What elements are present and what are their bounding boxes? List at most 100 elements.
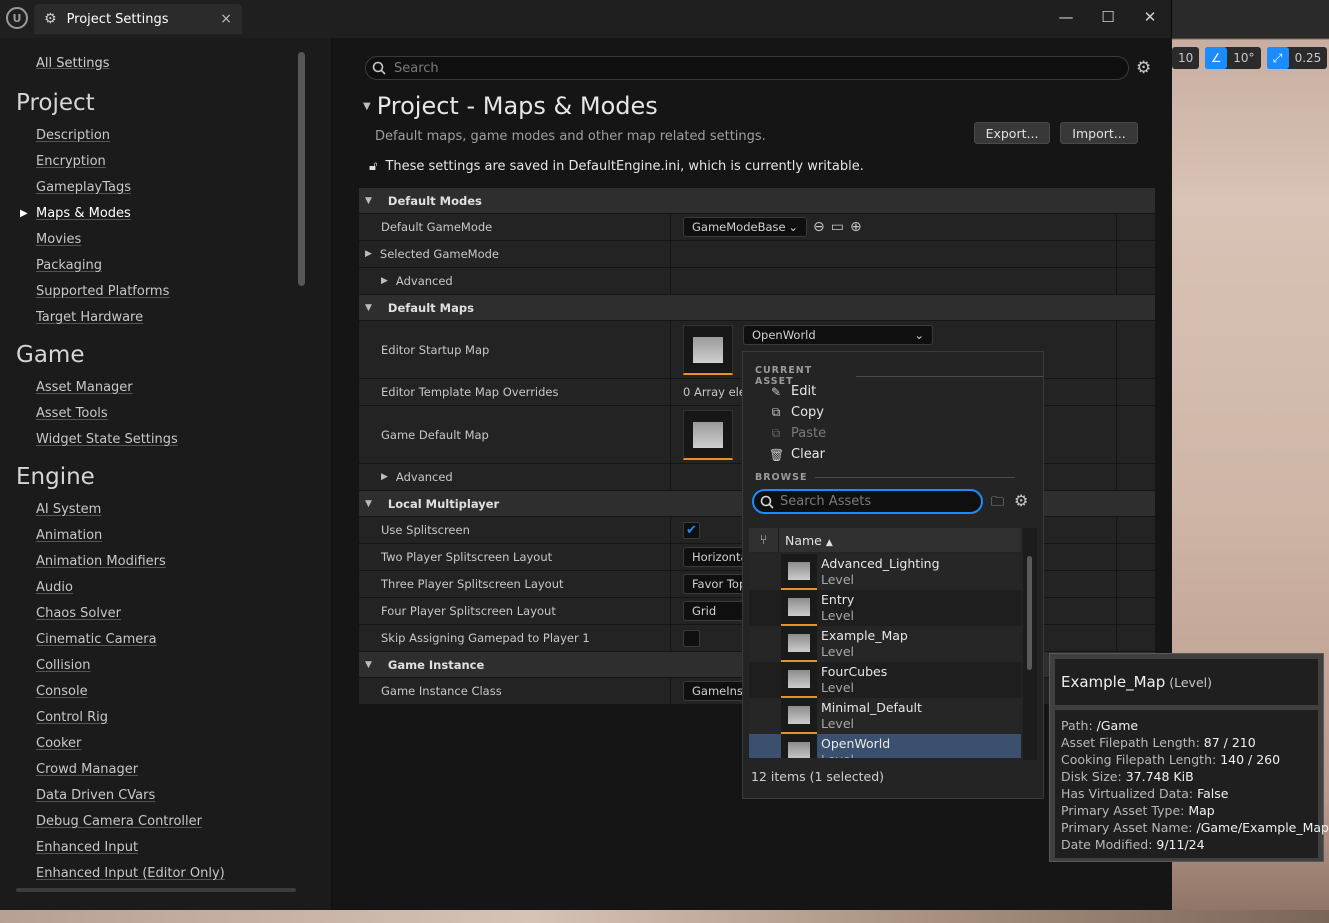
sidebar-item-chaos-solver[interactable]: Chaos Solver xyxy=(36,606,121,621)
close-window-button[interactable]: ✕ xyxy=(1135,6,1165,28)
viewport-chip-rotation[interactable]: ∠ 10° xyxy=(1205,47,1261,69)
browse-folder-icon[interactable]: ▭ xyxy=(831,219,844,235)
row-selected-gamemode[interactable]: ▶ Selected GameMode xyxy=(359,241,1155,268)
viewport-bottom xyxy=(0,910,1329,923)
browse-header: BROWSE xyxy=(755,472,1015,483)
list-item[interactable]: Entry Level xyxy=(749,590,1021,626)
sidebar-item-packaging[interactable]: Packaging xyxy=(36,258,102,273)
sidebar-item-asset-manager[interactable]: Asset Manager xyxy=(36,380,133,395)
level-thumbnail-icon xyxy=(781,698,817,734)
settings-search-input[interactable]: Search xyxy=(365,56,1129,80)
list-item[interactable]: Minimal_Default Level xyxy=(749,698,1021,734)
row-advanced-modes[interactable]: ▶ Advanced xyxy=(359,268,1155,295)
sidebar-scrollbar[interactable] xyxy=(298,52,305,286)
list-item[interactable]: Advanced_Lighting Level xyxy=(749,554,1021,590)
sidebar-item-data-driven-cvars[interactable]: Data Driven CVars xyxy=(36,788,155,803)
sidebar-item-crowd-manager[interactable]: Crowd Manager xyxy=(36,762,138,777)
skip-gamepad-checkbox[interactable] xyxy=(683,629,700,647)
asset-search-placeholder: Search Assets xyxy=(780,494,872,509)
folder-icon[interactable]: 🗀︎ xyxy=(991,493,1004,515)
sidebar-item-console[interactable]: Console xyxy=(36,684,88,699)
page-title-row[interactable]: ▼ Project - Maps & Modes xyxy=(363,92,658,120)
expand-caret-icon: ▶ xyxy=(365,249,372,259)
section-default-maps[interactable]: ▼ Default Maps xyxy=(359,295,1155,321)
scale-snap-icon: ⤢ xyxy=(1266,47,1289,69)
menu-item-copy[interactable]: ⧉ Copy xyxy=(769,405,824,420)
sidebar-item-enhanced-input[interactable]: Enhanced Input xyxy=(36,840,138,855)
rotation-snap-icon: ∠ xyxy=(1205,47,1228,69)
level-thumbnail-icon xyxy=(781,626,817,662)
level-thumbnail-icon xyxy=(781,590,817,626)
label-editor-startup-map: Editor Startup Map xyxy=(359,321,671,378)
sidebar-horizontal-scrollbar[interactable] xyxy=(16,888,296,892)
asset-list-scrollbar[interactable] xyxy=(1027,556,1032,670)
import-button[interactable]: Import... xyxy=(1060,122,1138,144)
sidebar-item-movies[interactable]: Movies xyxy=(36,232,81,247)
section-default-modes[interactable]: ▼ Default Modes xyxy=(359,188,1155,214)
unreal-logo-icon[interactable]: U xyxy=(6,7,28,29)
viewport-chip-grid[interactable]: 10 xyxy=(1172,47,1200,69)
menu-item-clear[interactable]: 🗑︎ Clear xyxy=(769,447,825,462)
source-control-icon[interactable]: ⑂ xyxy=(749,528,779,552)
export-button[interactable]: Export... xyxy=(974,122,1050,144)
column-name[interactable]: Name ▲ xyxy=(779,533,833,548)
menu-item-paste[interactable]: ⧉ Paste xyxy=(769,426,826,441)
tab-project-settings[interactable]: ⚙ Project Settings × xyxy=(34,4,242,34)
sidebar-item-maps-modes[interactable]: Maps & Modes xyxy=(36,206,131,221)
label-two-player: Two Player Splitscreen Layout xyxy=(359,544,671,570)
sidebar-item-enhanced-input-editor[interactable]: Enhanced Input (Editor Only) xyxy=(36,866,225,881)
sidebar-item-widget-state-settings[interactable]: Widget State Settings xyxy=(36,432,178,447)
gamemode-combo[interactable]: GameModeBase ⌄ xyxy=(683,217,807,237)
sidebar-item-debug-camera-controller[interactable]: Debug Camera Controller xyxy=(36,814,202,829)
sidebar-item-cooker[interactable]: Cooker xyxy=(36,736,81,751)
sidebar-item-collision[interactable]: Collision xyxy=(36,658,90,673)
sidebar-item-audio[interactable]: Audio xyxy=(36,580,73,595)
sidebar-item-animation[interactable]: Animation xyxy=(36,528,102,543)
sidebar-item-gameplaytags[interactable]: GameplayTags xyxy=(36,180,131,195)
tooltip-date-modified: Date Modified: 9/11/24 xyxy=(1061,837,1205,852)
browse-back-icon[interactable]: ⊖ xyxy=(813,219,825,235)
edit-icon: ✎ xyxy=(770,384,782,399)
level-thumbnail-icon xyxy=(781,662,817,698)
sidebar-splitter[interactable] xyxy=(310,38,332,910)
list-item[interactable]: Example_Map Level xyxy=(749,626,1021,662)
asset-picker-popup: CURRENT ASSET ✎ Edit ⧉ Copy ⧉ Paste 🗑︎ Clear… xyxy=(742,351,1044,799)
list-item-selected[interactable]: OpenWorldLevel xyxy=(749,734,1021,758)
sidebar-item-supported-platforms[interactable]: Supported Platforms xyxy=(36,284,169,299)
active-item-arrow-icon: ▶ xyxy=(20,208,28,219)
expand-caret-icon: ▼ xyxy=(365,302,372,313)
startup-map-combo[interactable]: OpenWorld ⌄ xyxy=(743,325,933,345)
menu-item-edit[interactable]: ✎ Edit xyxy=(769,384,816,399)
search-icon xyxy=(760,495,774,509)
asset-search-input[interactable]: Search Assets xyxy=(752,489,983,514)
expand-caret-icon: ▶ xyxy=(381,276,388,286)
map-thumbnail[interactable] xyxy=(683,325,733,375)
view-options-gear-icon[interactable]: ⚙ xyxy=(1014,491,1028,510)
sidebar-item-ai-system[interactable]: AI System xyxy=(36,502,101,517)
sidebar-item-description[interactable]: Description xyxy=(36,128,110,143)
sidebar-item-animation-modifiers[interactable]: Animation Modifiers xyxy=(36,554,166,569)
sidebar-item-target-hardware[interactable]: Target Hardware xyxy=(36,310,143,325)
tooltip-virtualized: Has Virtualized Data: False xyxy=(1061,786,1229,801)
settings-gear-icon[interactable]: ⚙ xyxy=(1136,58,1151,78)
sidebar-item-cinematic-camera[interactable]: Cinematic Camera xyxy=(36,632,157,647)
sidebar-item-control-rig[interactable]: Control Rig xyxy=(36,710,108,725)
minimize-button[interactable]: — xyxy=(1051,6,1081,28)
add-new-icon[interactable]: ⊕ xyxy=(850,219,862,235)
map-thumbnail[interactable] xyxy=(683,410,733,460)
sidebar-item-encryption[interactable]: Encryption xyxy=(36,154,106,169)
search-icon xyxy=(372,61,386,75)
list-item[interactable]: FourCubes Level xyxy=(749,662,1021,698)
tooltip-disk-size: Disk Size: 37.748 KiB xyxy=(1061,769,1194,784)
writable-text: These settings are saved in DefaultEngin… xyxy=(385,159,864,174)
label-three-player: Three Player Splitscreen Layout xyxy=(359,571,671,597)
viewport-chip-scale[interactable]: ⤢ 0.25 xyxy=(1266,47,1328,69)
expand-caret-icon: ▶ xyxy=(381,472,388,482)
all-settings-link[interactable]: All Settings xyxy=(36,56,110,71)
maximize-button[interactable]: ☐ xyxy=(1093,6,1123,28)
tooltip-primary-asset-type: Primary Asset Type: Map xyxy=(1061,803,1215,818)
tab-close-icon[interactable]: × xyxy=(220,11,232,27)
label-game-default-map: Game Default Map xyxy=(359,406,671,463)
sidebar-item-asset-tools[interactable]: Asset Tools xyxy=(36,406,108,421)
use-splitscreen-checkbox[interactable]: ✔ xyxy=(683,521,700,539)
